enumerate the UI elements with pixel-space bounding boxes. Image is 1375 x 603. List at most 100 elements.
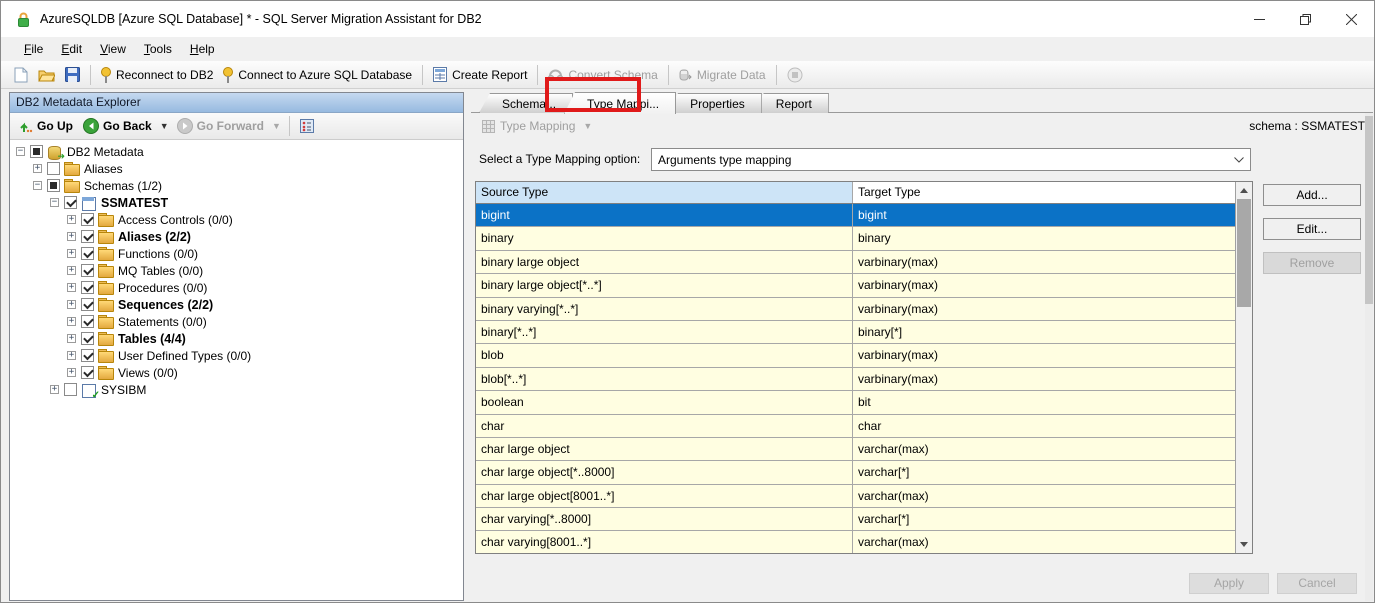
- source-type-cell[interactable]: char large object[*..8000]: [476, 461, 853, 483]
- tree-item[interactable]: + Tables (4/4): [10, 330, 463, 347]
- table-row[interactable]: char varying[8001..*] varchar(max): [476, 531, 1235, 553]
- tree-checkbox[interactable]: [81, 298, 94, 311]
- source-type-cell[interactable]: blob[*..*]: [476, 368, 853, 390]
- scroll-up-button[interactable]: [1236, 182, 1252, 199]
- go-back-dropdown-chevron[interactable]: ▼: [157, 121, 172, 131]
- tree-checkbox[interactable]: [47, 162, 60, 175]
- create-report-button[interactable]: Create Report: [428, 63, 532, 86]
- new-file-button[interactable]: [9, 63, 33, 86]
- table-row[interactable]: char large object[*..8000] varchar[*]: [476, 461, 1235, 484]
- target-type-cell[interactable]: varbinary(max): [853, 274, 1235, 296]
- target-type-cell[interactable]: varchar(max): [853, 438, 1235, 460]
- tree-item[interactable]: + Views (0/0): [10, 364, 463, 381]
- add-button[interactable]: Add...: [1263, 184, 1361, 206]
- tree-expander[interactable]: +: [33, 164, 42, 173]
- tree-item[interactable]: + Aliases (2/2): [10, 228, 463, 245]
- tree-checkbox[interactable]: [81, 213, 94, 226]
- tree-checkbox[interactable]: [81, 230, 94, 243]
- tree-expander[interactable]: +: [67, 249, 76, 258]
- table-row[interactable]: boolean bit: [476, 391, 1235, 414]
- target-type-cell[interactable]: varbinary(max): [853, 251, 1235, 273]
- tree-item[interactable]: + Functions (0/0): [10, 245, 463, 262]
- tree-checkbox[interactable]: [64, 196, 77, 209]
- tree-item[interactable]: + Statements (0/0): [10, 313, 463, 330]
- menu-item-help[interactable]: Help: [181, 38, 224, 60]
- tab-schema[interactable]: Schema...: [479, 93, 573, 113]
- target-type-cell[interactable]: varchar[*]: [853, 508, 1235, 530]
- tree-expander[interactable]: −: [33, 181, 42, 190]
- tree-checkbox[interactable]: [81, 281, 94, 294]
- table-row[interactable]: binary varying[*..*] varbinary(max): [476, 298, 1235, 321]
- close-button[interactable]: [1328, 1, 1374, 37]
- tree-expander[interactable]: +: [67, 334, 76, 343]
- source-type-cell[interactable]: binary large object[*..*]: [476, 274, 853, 296]
- go-forward-dropdown-chevron[interactable]: ▼: [269, 121, 284, 131]
- target-type-cell[interactable]: varchar[*]: [853, 461, 1235, 483]
- source-type-cell[interactable]: char varying[*..8000]: [476, 508, 853, 530]
- table-scrollbar[interactable]: [1235, 182, 1252, 553]
- source-type-cell[interactable]: char large object: [476, 438, 853, 460]
- table-row[interactable]: blob[*..*] varbinary(max): [476, 368, 1235, 391]
- restore-button[interactable]: [1282, 1, 1328, 37]
- tree-expander[interactable]: +: [67, 232, 76, 241]
- source-type-cell[interactable]: char: [476, 415, 853, 437]
- tab-type-mapping[interactable]: Type Mappi...: [564, 92, 676, 114]
- open-file-button[interactable]: [33, 63, 60, 86]
- table-row[interactable]: char char: [476, 415, 1235, 438]
- table-row[interactable]: char large object varchar(max): [476, 438, 1235, 461]
- panel-scrollbar[interactable]: [1365, 113, 1373, 601]
- target-type-cell[interactable]: binary: [853, 227, 1235, 249]
- table-row[interactable]: binary[*..*] binary[*]: [476, 321, 1235, 344]
- tree-item[interactable]: + SYSIBM: [10, 381, 463, 398]
- convert-schema-button[interactable]: Convert Schema: [543, 63, 662, 86]
- table-row[interactable]: bigint bigint: [476, 204, 1235, 227]
- target-type-cell[interactable]: varbinary(max): [853, 344, 1235, 366]
- table-row[interactable]: binary binary: [476, 227, 1235, 250]
- tree-item[interactable]: − SSMATEST: [10, 194, 463, 211]
- tree-checkbox[interactable]: [30, 145, 43, 158]
- tree-checkbox[interactable]: [81, 264, 94, 277]
- source-type-cell[interactable]: char large object[8001..*]: [476, 485, 853, 507]
- target-type-cell[interactable]: binary[*]: [853, 321, 1235, 343]
- source-type-cell[interactable]: bigint: [476, 204, 853, 226]
- tree-item[interactable]: + Aliases: [10, 160, 463, 177]
- tree-item[interactable]: + Procedures (0/0): [10, 279, 463, 296]
- table-row[interactable]: char varying[*..8000] varchar[*]: [476, 508, 1235, 531]
- tree-checkbox[interactable]: [81, 349, 94, 362]
- source-type-cell[interactable]: binary large object: [476, 251, 853, 273]
- tree-expander[interactable]: −: [50, 198, 59, 207]
- connect-azure-button[interactable]: Connect to Azure SQL Database: [218, 63, 417, 86]
- tree-checkbox[interactable]: [81, 332, 94, 345]
- target-type-cell[interactable]: varchar(max): [853, 485, 1235, 507]
- table-row[interactable]: binary large object varbinary(max): [476, 251, 1235, 274]
- menu-item-file[interactable]: File: [15, 38, 52, 60]
- source-type-cell[interactable]: binary varying[*..*]: [476, 298, 853, 320]
- target-type-cell[interactable]: bit: [853, 391, 1235, 413]
- target-type-column-header[interactable]: Target Type: [853, 182, 1235, 203]
- target-type-cell[interactable]: varchar(max): [853, 531, 1235, 553]
- source-type-cell[interactable]: char varying[8001..*]: [476, 531, 853, 553]
- tree-checkbox[interactable]: [81, 247, 94, 260]
- tree-checkbox[interactable]: [47, 179, 60, 192]
- menu-item-edit[interactable]: Edit: [52, 38, 91, 60]
- panel-scrollbar-thumb[interactable]: [1365, 116, 1373, 304]
- tree-expander[interactable]: +: [67, 351, 76, 360]
- tree-item[interactable]: + Sequences (2/2): [10, 296, 463, 313]
- source-type-cell[interactable]: blob: [476, 344, 853, 366]
- type-mapping-menu-button[interactable]: Type Mapping ▼: [477, 115, 600, 138]
- scrollbar-thumb[interactable]: [1237, 199, 1251, 307]
- tree-expander[interactable]: +: [67, 368, 76, 377]
- tree-item[interactable]: + User Defined Types (0/0): [10, 347, 463, 364]
- target-type-cell[interactable]: varbinary(max): [853, 368, 1235, 390]
- go-up-button[interactable]: Go Up: [14, 117, 78, 135]
- tree-expander[interactable]: +: [67, 283, 76, 292]
- tab-properties[interactable]: Properties: [667, 93, 762, 113]
- menu-item-tools[interactable]: Tools: [135, 38, 181, 60]
- apply-button[interactable]: Apply: [1189, 573, 1269, 594]
- mapping-option-select[interactable]: Arguments type mapping: [651, 148, 1251, 171]
- go-forward-button[interactable]: Go Forward: [172, 116, 269, 136]
- tree-expander[interactable]: −: [16, 147, 25, 156]
- tree-checkbox[interactable]: [81, 315, 94, 328]
- tree-checkbox[interactable]: [64, 383, 77, 396]
- tree-expander[interactable]: +: [67, 266, 76, 275]
